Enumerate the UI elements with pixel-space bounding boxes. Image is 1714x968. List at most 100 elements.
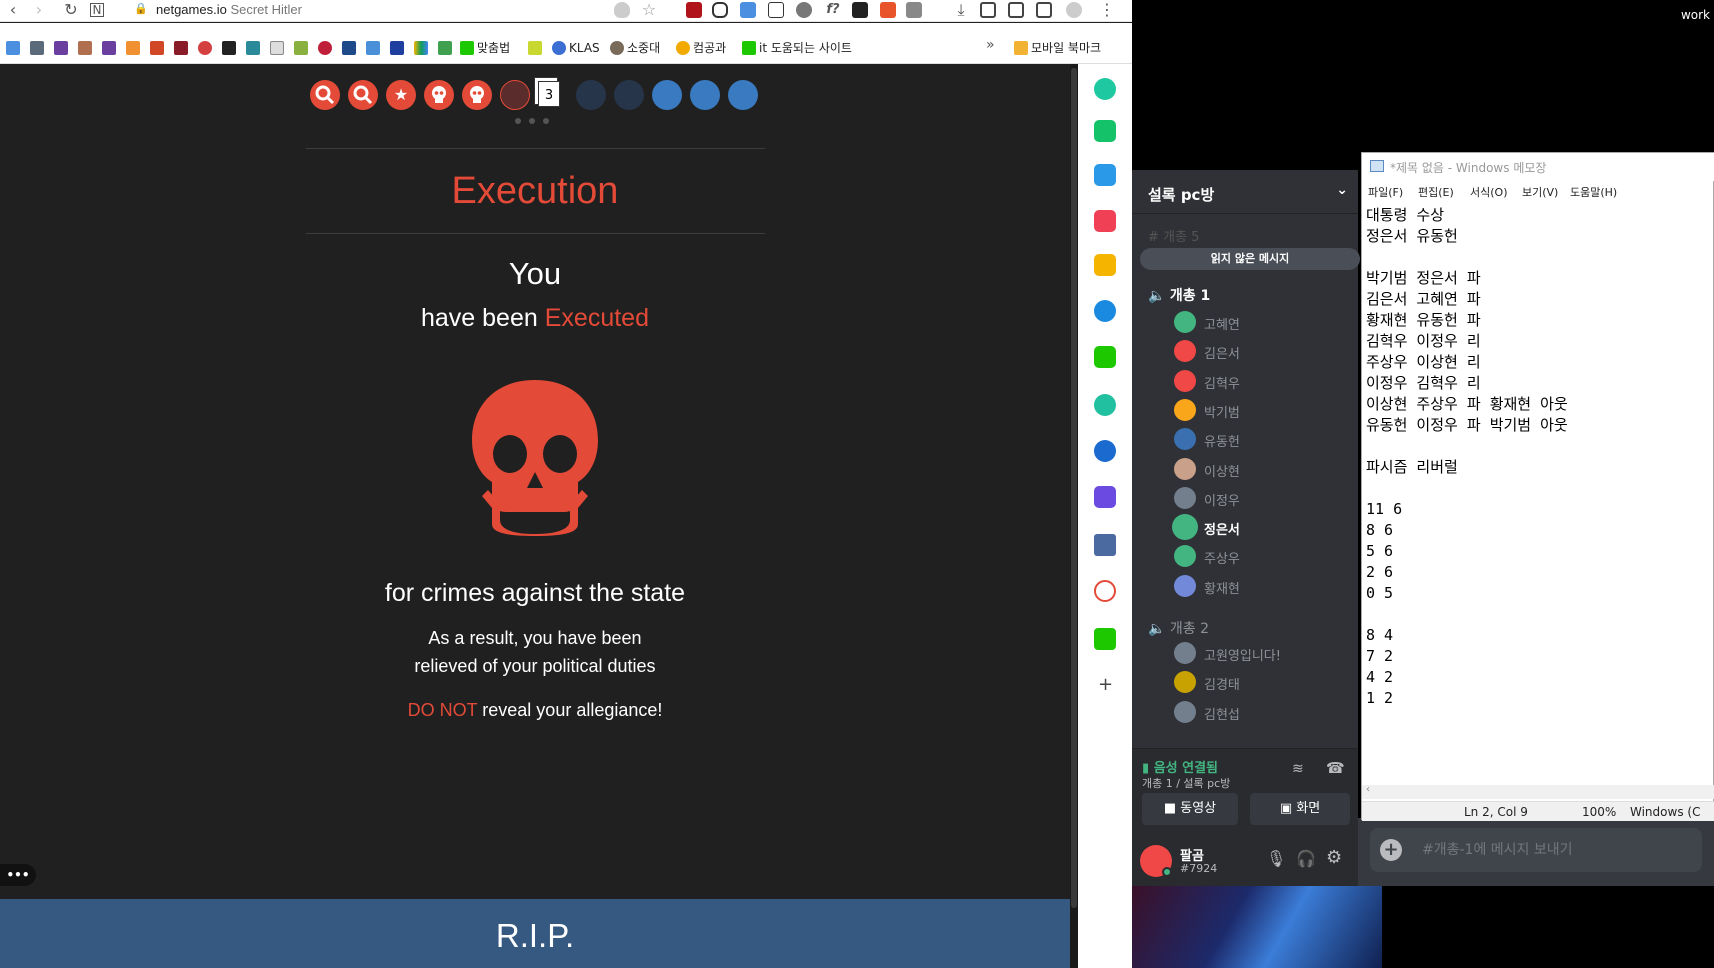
bookmark-bird[interactable] <box>246 37 260 55</box>
menu-icon[interactable]: ⋮ <box>1098 1 1116 19</box>
bookmark-mobile[interactable]: 모바일 북마크 <box>1014 37 1101 55</box>
scrollbar-thumb[interactable] <box>1071 68 1077 908</box>
shield-icon[interactable] <box>614 2 630 18</box>
star-icon[interactable]: ☆ <box>640 1 658 19</box>
settings-icon[interactable] <box>796 2 812 18</box>
scroll-left-icon[interactable]: ‹ <box>1366 784 1370 795</box>
voice-channel-2[interactable]: 🔈 개총 2 <box>1148 618 1209 638</box>
reload-icon[interactable]: ↻ <box>62 1 80 19</box>
bookmark-hbig[interactable] <box>390 37 404 55</box>
hidden-channel[interactable]: # 개총 5 <box>1148 226 1199 245</box>
chat-icon[interactable] <box>1094 346 1116 368</box>
gear-icon[interactable]: ⚙ <box>1326 847 1342 868</box>
add-attachment-icon[interactable]: + <box>1380 839 1402 861</box>
bookmark-translate[interactable] <box>6 37 20 55</box>
pagination-dot[interactable] <box>543 118 549 124</box>
font-icon[interactable] <box>852 2 868 18</box>
voice-channel-1[interactable]: 🔈 개총 1 <box>1148 285 1210 305</box>
noise-suppression-icon[interactable]: ≋ <box>1292 761 1304 777</box>
chevron-down-icon[interactable]: ⌄ <box>1336 182 1348 198</box>
server-header[interactable]: 설록 pc방 ⌄ <box>1132 170 1358 214</box>
bookmark-codepen[interactable] <box>222 37 236 55</box>
headphones-icon[interactable]: 🎧 <box>1296 849 1316 868</box>
pen-icon[interactable] <box>1094 580 1116 602</box>
bookmark-chart[interactable] <box>438 37 452 55</box>
disconnect-icon[interactable]: ☎ <box>1326 759 1345 777</box>
add-icon[interactable]: + <box>1098 674 1113 695</box>
menu-edit[interactable]: 편집(E) <box>1418 184 1454 200</box>
menu-file[interactable]: 파일(F) <box>1368 184 1403 200</box>
book-icon[interactable] <box>1094 534 1116 556</box>
bookmark-g[interactable] <box>198 37 212 55</box>
bookmark-star-icon[interactable] <box>1094 254 1116 276</box>
pocket-icon[interactable] <box>1094 210 1116 232</box>
bookmark-klas[interactable]: KLAS <box>552 37 600 55</box>
bookmark-circle[interactable] <box>318 37 332 55</box>
mouse-icon[interactable] <box>712 2 728 18</box>
more-options-button[interactable]: ••• <box>0 864 36 886</box>
track-pagination-dots[interactable] <box>515 118 555 124</box>
ublock-icon[interactable] <box>686 2 702 18</box>
video-button[interactable]: ■ 동영상 <box>1142 793 1238 825</box>
notification-icon[interactable] <box>1094 120 1116 142</box>
member-name: 고혜연 <box>1204 318 1240 333</box>
bookmark-cse[interactable]: 컴공과 <box>676 37 726 55</box>
copy-icon[interactable] <box>906 2 922 18</box>
edge-icon[interactable] <box>1094 300 1116 322</box>
profile-icon[interactable] <box>1066 2 1082 18</box>
bookmark-image[interactable] <box>294 37 308 55</box>
camera-icon[interactable] <box>980 2 996 18</box>
screen-share-button[interactable]: ▣ 화면 <box>1250 793 1350 825</box>
bookmark-check[interactable] <box>366 37 380 55</box>
message-input[interactable]: + #개총-1에 메시지 보내기 <box>1370 828 1702 872</box>
bookmarks-overflow-icon[interactable]: » <box>986 37 995 53</box>
network-icon[interactable] <box>1094 440 1116 462</box>
bookmark-drive[interactable] <box>414 37 428 55</box>
menu-view[interactable]: 보기(V) <box>1522 184 1558 200</box>
resize-icon[interactable] <box>740 2 756 18</box>
menu-format[interactable]: 서식(O) <box>1470 184 1507 200</box>
bookmark-it-help[interactable]: it 도움되는 사이트 <box>742 37 852 55</box>
notepad-icon <box>1370 160 1384 172</box>
hangul-icon[interactable] <box>768 2 784 18</box>
bookmark-spelling[interactable]: 맞춤법 <box>460 37 510 55</box>
back-icon[interactable]: ‹ <box>4 1 22 19</box>
code-icon <box>342 40 356 55</box>
pagination-dot[interactable] <box>515 118 521 124</box>
function-icon[interactable]: f? <box>824 1 842 19</box>
bookmark-e[interactable] <box>528 37 542 55</box>
notepad-text-area[interactable]: 대통령 수상 정은서 유동헌 박기범 정은서 파 김은서 고혜연 파 황재현 유… <box>1366 205 1711 795</box>
calendar-icon[interactable] <box>1094 164 1116 186</box>
video-preview[interactable] <box>1132 886 1382 968</box>
bookmark-ppt[interactable] <box>150 37 164 55</box>
address-bar[interactable]: netgames.io Secret Hitler <box>156 2 302 17</box>
sidebar-icon[interactable] <box>1036 2 1052 18</box>
bookmark-m2[interactable] <box>102 37 116 55</box>
layout-icon[interactable] <box>880 2 896 18</box>
bookmark-m1[interactable] <box>54 37 68 55</box>
reader-icon[interactable] <box>1008 2 1024 18</box>
pagination-dot[interactable] <box>529 118 535 124</box>
microphone-icon[interactable]: 🎙 <box>1266 849 1286 868</box>
play-icon[interactable] <box>1094 394 1116 416</box>
bookmark-h[interactable] <box>30 37 44 55</box>
webtoon-icon[interactable] <box>1094 628 1116 650</box>
scrollbar[interactable] <box>1070 64 1078 968</box>
bookmark-sojungdae[interactable]: 소중대 <box>610 37 660 55</box>
unread-messages-pill[interactable]: 읽지 않은 메시지 <box>1140 248 1360 270</box>
bookmark-s1[interactable] <box>78 37 92 55</box>
naver-icon <box>460 40 474 55</box>
menu-help[interactable]: 도움말(H) <box>1570 184 1617 200</box>
bookmark-search[interactable] <box>270 37 284 55</box>
speaker-icon: 🔈 <box>1148 288 1166 304</box>
notion-icon[interactable]: N <box>90 3 104 17</box>
wallet-icon[interactable] <box>1094 486 1116 508</box>
horizontal-scrollbar[interactable]: ‹ <box>1362 784 1714 799</box>
avatar[interactable] <box>1140 845 1172 877</box>
green-dot-icon[interactable] <box>1094 78 1116 100</box>
bookmark-code[interactable] <box>342 37 356 55</box>
bookmark-khu[interactable] <box>174 37 188 55</box>
forward-icon[interactable]: › <box>30 1 48 19</box>
download-icon[interactable]: ⤓ <box>952 1 970 19</box>
bookmark-k[interactable] <box>126 37 140 55</box>
